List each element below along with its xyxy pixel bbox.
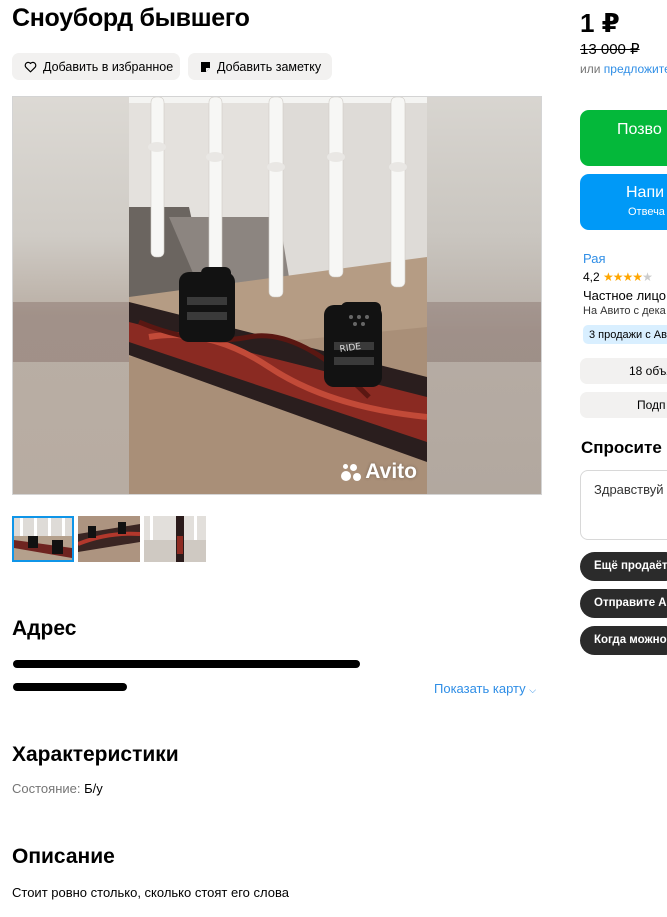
subscribe-label: Подп [637,398,666,412]
quick-question-1[interactable]: Ещё продаёте [580,552,667,581]
thumbnail-3[interactable] [144,516,206,562]
call-button[interactable]: Позво [580,110,667,166]
chevron-down-icon: ⌵ [529,685,537,695]
seller-ads-label: 18 объя [629,364,667,378]
condition-value: Б/у [84,781,103,796]
avito-logo-icon [341,462,363,482]
ask-seller-heading: Спросите [581,438,662,457]
gallery-blur-right [425,97,541,494]
offer-line: или предложите [580,62,667,76]
subscribe-button[interactable]: Подп [580,392,667,418]
price: 1 ₽ [580,8,620,38]
thumbnail-1[interactable] [12,516,74,562]
seller-name-link[interactable]: Рая [583,251,606,266]
seller-since: На Авито с дека [583,305,666,317]
rating-stars-icon: ★★★★★ [603,270,653,284]
offer-price-link[interactable]: предложите [604,62,667,76]
add-note-label: Добавить заметку [217,59,322,74]
old-price: 13 000 ₽ [580,41,640,58]
condition-row: Состояние: Б/у [12,781,103,796]
description-heading: Описание [12,845,115,868]
heart-icon [24,61,37,73]
seller-type: Частное лицо [583,288,666,303]
write-button-label: Напи [626,184,665,201]
main-photo: RIDE Avito [129,97,427,494]
redacted-address-line-2 [13,683,127,691]
gallery-blur-left [13,97,129,494]
seller-ads-button[interactable]: 18 объя [580,358,667,384]
call-button-label: Позво [617,121,662,138]
redacted-address-line-1 [13,660,360,668]
thumbnail-2[interactable] [78,516,140,562]
quick-question-3[interactable]: Когда можно [580,626,667,655]
add-to-favorites-button[interactable]: Добавить в избранное [12,53,180,80]
add-note-button[interactable]: Добавить заметку [188,53,332,80]
rating-value: 4,2 [583,270,600,284]
add-to-favorites-label: Добавить в избранное [43,59,174,74]
quick-question-2[interactable]: Отправите Ав [580,589,667,618]
condition-label: Состояние: [12,781,81,796]
write-message-button[interactable]: Напи Отвеча [580,174,667,230]
avito-watermark: Avito [341,460,417,484]
sales-badge: 3 продажи с Ави [583,325,667,344]
note-icon [200,61,211,73]
description-text: Стоит ровно столько, сколько стоят его с… [12,885,289,900]
seller-rating: 4,2 ★★★★★ [583,270,653,284]
message-input-text: Здравствуй [594,482,664,497]
message-input[interactable]: Здравствуй [580,470,667,540]
offer-prefix: или [580,62,601,76]
photo-gallery[interactable]: RIDE Avito [12,96,542,495]
show-map-link[interactable]: Показать карту ⌵ [434,681,536,696]
listing-title: Сноуборд бывшего [12,4,250,32]
characteristics-heading: Характеристики [12,743,179,766]
write-button-sub: Отвеча [628,206,665,218]
address-heading: Адрес [12,617,77,640]
